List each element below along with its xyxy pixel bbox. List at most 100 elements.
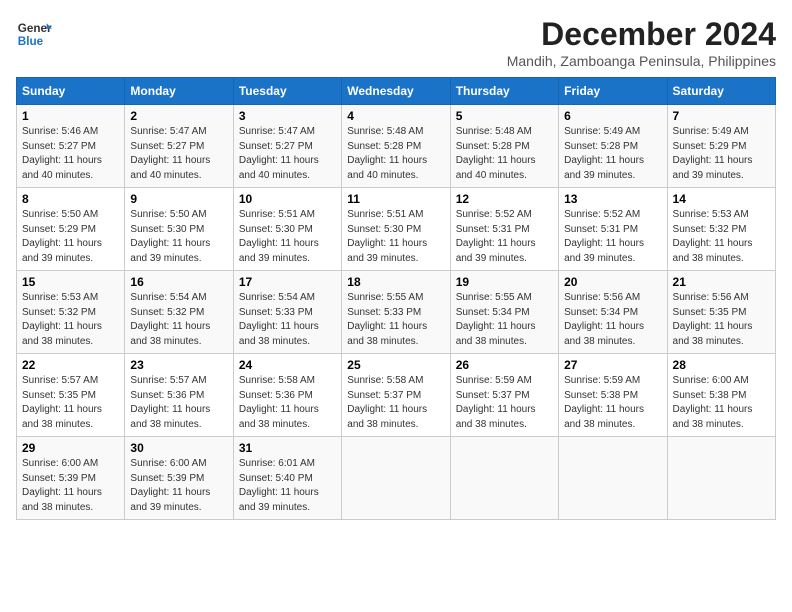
day-info: Sunrise: 5:53 AM Sunset: 5:32 PM Dayligh… [22,291,119,349]
calendar-cell: 13 Sunrise: 5:52 AM Sunset: 5:31 PM Dayli… [559,188,667,271]
day-number: 29 [22,441,119,455]
day-info: Sunrise: 5:56 AM Sunset: 5:35 PM Dayligh… [673,291,770,349]
day-number: 20 [564,275,661,289]
day-info: Sunrise: 5:55 AM Sunset: 5:33 PM Dayligh… [347,291,444,349]
calendar-week-1: 1Sunrise: 5:46 AM Sunset: 5:27 PM Daylig… [17,105,776,188]
calendar-cell: 10 Sunrise: 5:51 AM Sunset: 5:30 PM Dayli… [233,188,341,271]
day-number: 8 [22,192,119,206]
day-info: Sunrise: 5:47 AM Sunset: 5:27 PM Dayligh… [130,125,227,183]
calendar-table: SundayMondayTuesdayWednesdayThursdayFrid… [16,77,776,520]
calendar-cell: 24 Sunrise: 5:58 AM Sunset: 5:36 PM Dayli… [233,354,341,437]
column-header-tuesday: Tuesday [233,78,341,105]
logo-icon: General Blue [16,16,52,52]
day-number: 27 [564,358,661,372]
calendar-cell: 11 Sunrise: 5:51 AM Sunset: 5:30 PM Dayli… [342,188,450,271]
column-header-thursday: Thursday [450,78,558,105]
day-info: Sunrise: 5:53 AM Sunset: 5:32 PM Dayligh… [673,208,770,266]
logo: General Blue General Blue [16,16,52,52]
day-info: Sunrise: 5:48 AM Sunset: 5:28 PM Dayligh… [347,125,444,183]
day-number: 23 [130,358,227,372]
day-number: 14 [673,192,770,206]
calendar-cell: 21 Sunrise: 5:56 AM Sunset: 5:35 PM Dayli… [667,271,775,354]
calendar-cell [559,437,667,520]
day-info: Sunrise: 5:49 AM Sunset: 5:29 PM Dayligh… [673,125,770,183]
calendar-cell: 22 Sunrise: 5:57 AM Sunset: 5:35 PM Dayli… [17,354,125,437]
page-title: December 2024 [507,16,776,53]
calendar-cell: 19 Sunrise: 5:55 AM Sunset: 5:34 PM Dayli… [450,271,558,354]
day-number: 28 [673,358,770,372]
day-number: 18 [347,275,444,289]
day-number: 5 [456,109,553,123]
calendar-week-5: 29 Sunrise: 6:00 AM Sunset: 5:39 PM Dayli… [17,437,776,520]
day-info: Sunrise: 5:57 AM Sunset: 5:36 PM Dayligh… [130,374,227,432]
day-number: 22 [22,358,119,372]
day-info: Sunrise: 5:52 AM Sunset: 5:31 PM Dayligh… [564,208,661,266]
day-number: 13 [564,192,661,206]
calendar-week-3: 15 Sunrise: 5:53 AM Sunset: 5:32 PM Dayli… [17,271,776,354]
calendar-cell: 28Sunrise: 6:00 AM Sunset: 5:38 PM Dayli… [667,354,775,437]
calendar-week-4: 22 Sunrise: 5:57 AM Sunset: 5:35 PM Dayli… [17,354,776,437]
day-info: Sunrise: 5:47 AM Sunset: 5:27 PM Dayligh… [239,125,336,183]
calendar-cell [450,437,558,520]
day-number: 24 [239,358,336,372]
day-info: Sunrise: 5:58 AM Sunset: 5:36 PM Dayligh… [239,374,336,432]
day-info: Sunrise: 5:54 AM Sunset: 5:32 PM Dayligh… [130,291,227,349]
day-number: 25 [347,358,444,372]
day-number: 31 [239,441,336,455]
day-info: Sunrise: 5:51 AM Sunset: 5:30 PM Dayligh… [347,208,444,266]
column-header-saturday: Saturday [667,78,775,105]
calendar-body: 1Sunrise: 5:46 AM Sunset: 5:27 PM Daylig… [17,105,776,520]
calendar-cell: 2 Sunrise: 5:47 AM Sunset: 5:27 PM Daylig… [125,105,233,188]
calendar-cell: 29Sunrise: 6:00 AM Sunset: 5:39 PM Dayli… [17,437,125,520]
calendar-cell: 30Sunrise: 6:00 AM Sunset: 5:39 PM Dayli… [125,437,233,520]
day-info: Sunrise: 5:58 AM Sunset: 5:37 PM Dayligh… [347,374,444,432]
calendar-cell [342,437,450,520]
day-info: Sunrise: 5:56 AM Sunset: 5:34 PM Dayligh… [564,291,661,349]
calendar-cell: 18 Sunrise: 5:55 AM Sunset: 5:33 PM Dayli… [342,271,450,354]
calendar-cell: 1Sunrise: 5:46 AM Sunset: 5:27 PM Daylig… [17,105,125,188]
day-number: 19 [456,275,553,289]
title-area: December 2024 Mandih, Zamboanga Peninsul… [507,16,776,69]
calendar-cell: 26Sunrise: 5:59 AM Sunset: 5:37 PM Dayli… [450,354,558,437]
calendar-week-2: 8Sunrise: 5:50 AM Sunset: 5:29 PM Daylig… [17,188,776,271]
day-info: Sunrise: 5:48 AM Sunset: 5:28 PM Dayligh… [456,125,553,183]
day-number: 21 [673,275,770,289]
calendar-cell: 20 Sunrise: 5:56 AM Sunset: 5:34 PM Dayli… [559,271,667,354]
day-number: 3 [239,109,336,123]
day-info: Sunrise: 5:57 AM Sunset: 5:35 PM Dayligh… [22,374,119,432]
day-number: 10 [239,192,336,206]
column-header-sunday: Sunday [17,78,125,105]
day-number: 17 [239,275,336,289]
day-number: 6 [564,109,661,123]
day-number: 11 [347,192,444,206]
day-number: 4 [347,109,444,123]
calendar-cell: 31Sunrise: 6:01 AM Sunset: 5:40 PM Dayli… [233,437,341,520]
calendar-cell: 23 Sunrise: 5:57 AM Sunset: 5:36 PM Dayli… [125,354,233,437]
calendar-cell: 25 Sunrise: 5:58 AM Sunset: 5:37 PM Dayli… [342,354,450,437]
calendar-cell: 17 Sunrise: 5:54 AM Sunset: 5:33 PM Dayli… [233,271,341,354]
day-number: 26 [456,358,553,372]
page-header: General Blue General Blue December 2024 … [16,16,776,69]
calendar-cell: 14 Sunrise: 5:53 AM Sunset: 5:32 PM Dayli… [667,188,775,271]
calendar-cell: 6Sunrise: 5:49 AM Sunset: 5:28 PM Daylig… [559,105,667,188]
calendar-cell: 5 Sunrise: 5:48 AM Sunset: 5:28 PM Daylig… [450,105,558,188]
calendar-cell: 7 Sunrise: 5:49 AM Sunset: 5:29 PM Daylig… [667,105,775,188]
day-info: Sunrise: 5:46 AM Sunset: 5:27 PM Dayligh… [22,125,119,183]
column-header-wednesday: Wednesday [342,78,450,105]
calendar-cell: 27 Sunrise: 5:59 AM Sunset: 5:38 PM Dayli… [559,354,667,437]
day-info: Sunrise: 5:54 AM Sunset: 5:33 PM Dayligh… [239,291,336,349]
day-number: 16 [130,275,227,289]
calendar-cell [667,437,775,520]
day-info: Sunrise: 5:55 AM Sunset: 5:34 PM Dayligh… [456,291,553,349]
calendar-cell: 8Sunrise: 5:50 AM Sunset: 5:29 PM Daylig… [17,188,125,271]
page-subtitle: Mandih, Zamboanga Peninsula, Philippines [507,53,776,69]
calendar-cell: 3 Sunrise: 5:47 AM Sunset: 5:27 PM Daylig… [233,105,341,188]
day-number: 2 [130,109,227,123]
day-number: 15 [22,275,119,289]
calendar-cell: 16 Sunrise: 5:54 AM Sunset: 5:32 PM Dayli… [125,271,233,354]
day-info: Sunrise: 6:00 AM Sunset: 5:39 PM Dayligh… [130,457,227,515]
day-info: Sunrise: 5:51 AM Sunset: 5:30 PM Dayligh… [239,208,336,266]
day-info: Sunrise: 5:59 AM Sunset: 5:38 PM Dayligh… [564,374,661,432]
day-number: 7 [673,109,770,123]
column-header-monday: Monday [125,78,233,105]
